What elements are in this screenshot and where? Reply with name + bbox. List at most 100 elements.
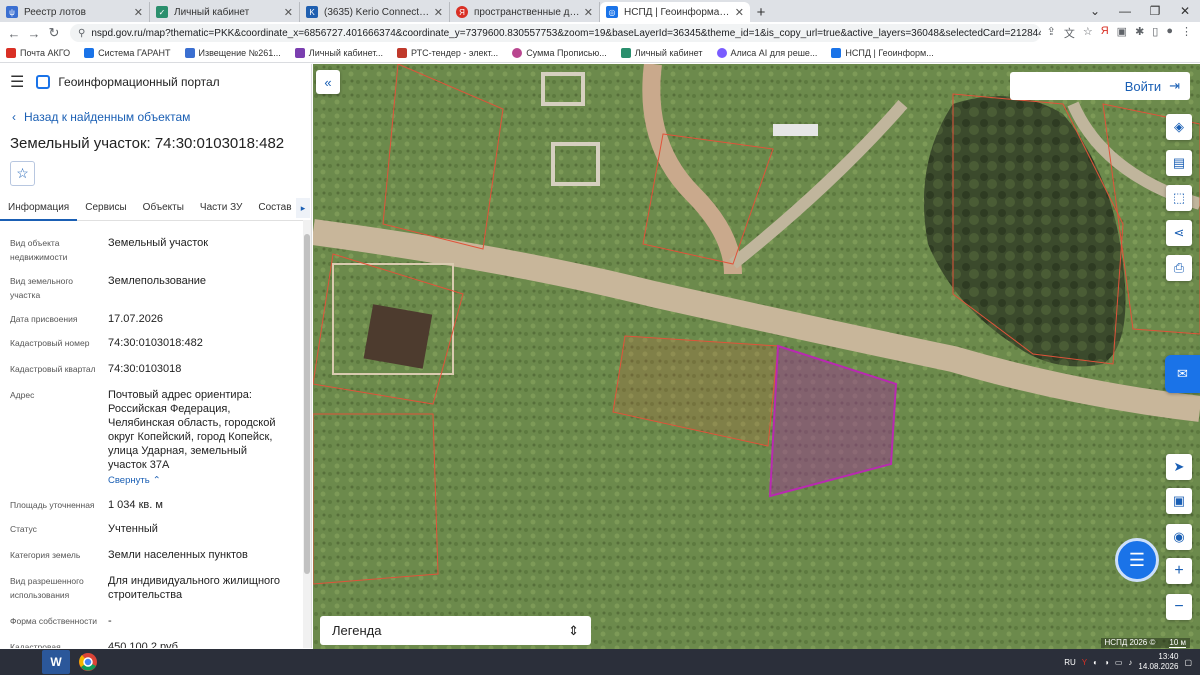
browser-tab-5[interactable]: ◎НСПД | Геоинформационный п✕ <box>600 2 750 22</box>
site-info-icon[interactable]: ⚲ <box>78 28 85 39</box>
reload-icon[interactable]: ↻ <box>44 25 64 41</box>
volume-icon[interactable]: ♪ <box>1128 658 1132 667</box>
tab-favicon: ◎ <box>606 6 618 18</box>
print-icon[interactable]: ⎙ <box>1166 255 1192 281</box>
close-icon[interactable]: ✕ <box>134 6 143 19</box>
minimize-button[interactable]: — <box>1110 0 1140 22</box>
tray-icon[interactable]: ◑ <box>1104 658 1109 667</box>
building-roof <box>363 304 433 369</box>
bookmark-star-icon[interactable]: ☆ <box>1083 25 1093 41</box>
info-tabs: Информация Сервисы Объекты Части ЗУ Сост… <box>0 196 311 221</box>
language-indicator[interactable]: RU <box>1064 658 1076 667</box>
menu-icon[interactable]: ☰ <box>10 72 24 92</box>
structure <box>773 124 818 136</box>
yandex-extension-icon[interactable]: Я <box>1101 25 1109 41</box>
map-attribution: НСПД 2026 © 10 м <box>1100 638 1190 648</box>
bookmark-icon <box>6 48 16 58</box>
bookmark-4[interactable]: Личный кабинет... <box>294 48 383 58</box>
chevron-up-icon: ⌃ <box>152 475 161 486</box>
yandex-tray-icon[interactable]: Y <box>1082 658 1087 667</box>
chevron-updown-icon: ⇕ <box>568 622 579 638</box>
select-area-icon[interactable]: ⬚ <box>1166 185 1192 211</box>
tray-icon[interactable]: ◐ <box>1093 658 1098 667</box>
tab-objects[interactable]: Объекты <box>135 196 192 221</box>
share-icon[interactable]: ⋖ <box>1166 220 1192 246</box>
zoom-in-button[interactable]: + <box>1166 558 1192 584</box>
close-icon[interactable]: ✕ <box>284 6 293 19</box>
close-icon[interactable]: ✕ <box>434 6 443 19</box>
chrome-app-icon[interactable] <box>74 650 102 674</box>
minimap-icon[interactable]: ▣ <box>1166 488 1192 514</box>
window-controls: ⌄ — ❐ ✕ <box>1080 0 1200 22</box>
map-view[interactable]: « Войти ⇥ ◈ ▤ ⬚ ⋖ ⎙ ✉ ➤ ▣ ◉ + − ☰ Легенда… <box>313 64 1200 649</box>
feedback-tab-icon[interactable]: ✉ <box>1165 355 1200 393</box>
tab-search-icon[interactable]: ⌄ <box>1080 0 1110 22</box>
bookmark-icon <box>831 48 842 58</box>
close-window-button[interactable]: ✕ <box>1170 0 1200 22</box>
tab-favicon: K <box>306 6 318 18</box>
extensions-area: ⇪ 文 ☆ Я ▣ ✱ ▯ ● ⋮ <box>1047 25 1196 41</box>
tab-services[interactable]: Сервисы <box>77 196 134 221</box>
tab-favicon: Я <box>456 6 468 18</box>
chevron-left-icon: ‹ <box>12 110 16 124</box>
back-arrow-icon[interactable]: ← <box>4 26 24 41</box>
bookmark-7[interactable]: Личный кабинет <box>620 48 703 58</box>
close-icon[interactable]: ✕ <box>735 6 744 19</box>
login-button[interactable]: Войти ⇥ <box>1010 72 1190 100</box>
puzzle-icon[interactable]: ✱ <box>1135 25 1144 41</box>
translate-icon[interactable]: 文 <box>1064 25 1075 41</box>
collapse-panel-button[interactable]: « <box>316 70 340 94</box>
extension-icon[interactable]: ▣ <box>1117 25 1127 41</box>
maximize-button[interactable]: ❐ <box>1140 0 1170 22</box>
bookmark-icon <box>184 48 195 58</box>
bookmark-icon <box>620 48 631 58</box>
bookmark-1[interactable]: Почта АКГО <box>6 48 70 58</box>
collapse-link[interactable]: Свернуть ⌃ <box>108 474 188 486</box>
bookmark-5[interactable]: РТС-тендер - элект... <box>397 48 498 58</box>
sidebar-icon[interactable]: ▯ <box>1152 25 1158 41</box>
legend-dropdown[interactable]: Легенда ⇕ <box>320 616 591 645</box>
tab-favicon: ψ <box>6 6 18 18</box>
share-icon[interactable]: ⇪ <box>1047 25 1056 41</box>
start-button[interactable] <box>0 649 38 675</box>
tab-favicon: ✓ <box>156 6 168 18</box>
close-icon[interactable]: ✕ <box>584 6 593 19</box>
satellite-map[interactable] <box>313 64 1200 649</box>
geolocation-icon[interactable]: ➤ <box>1166 454 1192 480</box>
bookmark-2[interactable]: Система ГАРАНТ <box>84 48 171 58</box>
object-info-panel: ☰ Геоинформационный портал ‹ Назад к найд… <box>0 64 312 648</box>
browser-tab-4[interactable]: Япространственные данные рос✕ <box>450 2 600 22</box>
notifications-icon[interactable]: ▢ <box>1184 658 1192 667</box>
chat-assistant-button[interactable]: ☰ <box>1115 538 1159 582</box>
url-field[interactable]: ⚲ nspd.gov.ru/map?thematic=PKK&coordinate… <box>70 24 1041 42</box>
clock[interactable]: 13:40 14.08.2026 <box>1138 652 1178 672</box>
panel-scrollbar[interactable] <box>303 220 311 648</box>
portal-title: Геоинформационный портал <box>58 75 220 89</box>
scrollbar-thumb[interactable] <box>304 234 310 574</box>
bookmark-6[interactable]: Сумма Прописью... <box>512 48 607 58</box>
forward-arrow-icon[interactable]: → <box>24 26 44 41</box>
basemap-icon[interactable]: ◉ <box>1166 524 1192 550</box>
new-tab-button[interactable]: + <box>750 2 772 22</box>
word-app-icon[interactable]: W <box>42 650 70 674</box>
bookmarks-bar: Почта АКГО Система ГАРАНТ Извещение №261… <box>0 44 1200 63</box>
browser-tab-2[interactable]: ✓ Личный кабинет ✕ <box>150 2 300 22</box>
zoom-out-button[interactable]: − <box>1166 594 1192 620</box>
back-to-results-link[interactable]: ‹ Назад к найденным объектам <box>12 110 190 124</box>
profile-icon[interactable]: ● <box>1166 25 1173 41</box>
browser-tab-1[interactable]: ψ Реестр лотов ✕ <box>0 2 150 22</box>
ruler-icon[interactable]: ▤ <box>1166 150 1192 176</box>
tab-composition[interactable]: Состав <box>250 196 299 221</box>
tab-parts[interactable]: Части ЗУ <box>192 196 250 221</box>
browser-tab-3[interactable]: K(3635) Kerio Connect Client✕ <box>300 2 450 22</box>
network-icon[interactable]: ▭ <box>1115 658 1123 667</box>
tab-information[interactable]: Информация <box>0 196 78 221</box>
favorite-star-button[interactable]: ☆ <box>10 161 35 186</box>
layers-icon[interactable]: ◈ <box>1166 114 1192 140</box>
bookmark-8[interactable]: Алиса AI для реше... <box>716 48 817 58</box>
tabs-next-button[interactable]: ▸ <box>296 198 310 218</box>
bookmark-9[interactable]: НСПД | Геоинформ... <box>831 48 934 58</box>
menu-dots-icon[interactable]: ⋮ <box>1181 25 1192 41</box>
system-tray: RU Y ◐ ◑ ▭ ♪ 13:40 14.08.2026 ▢ <box>1064 649 1192 675</box>
bookmark-3[interactable]: Извещение №261... <box>184 48 281 58</box>
